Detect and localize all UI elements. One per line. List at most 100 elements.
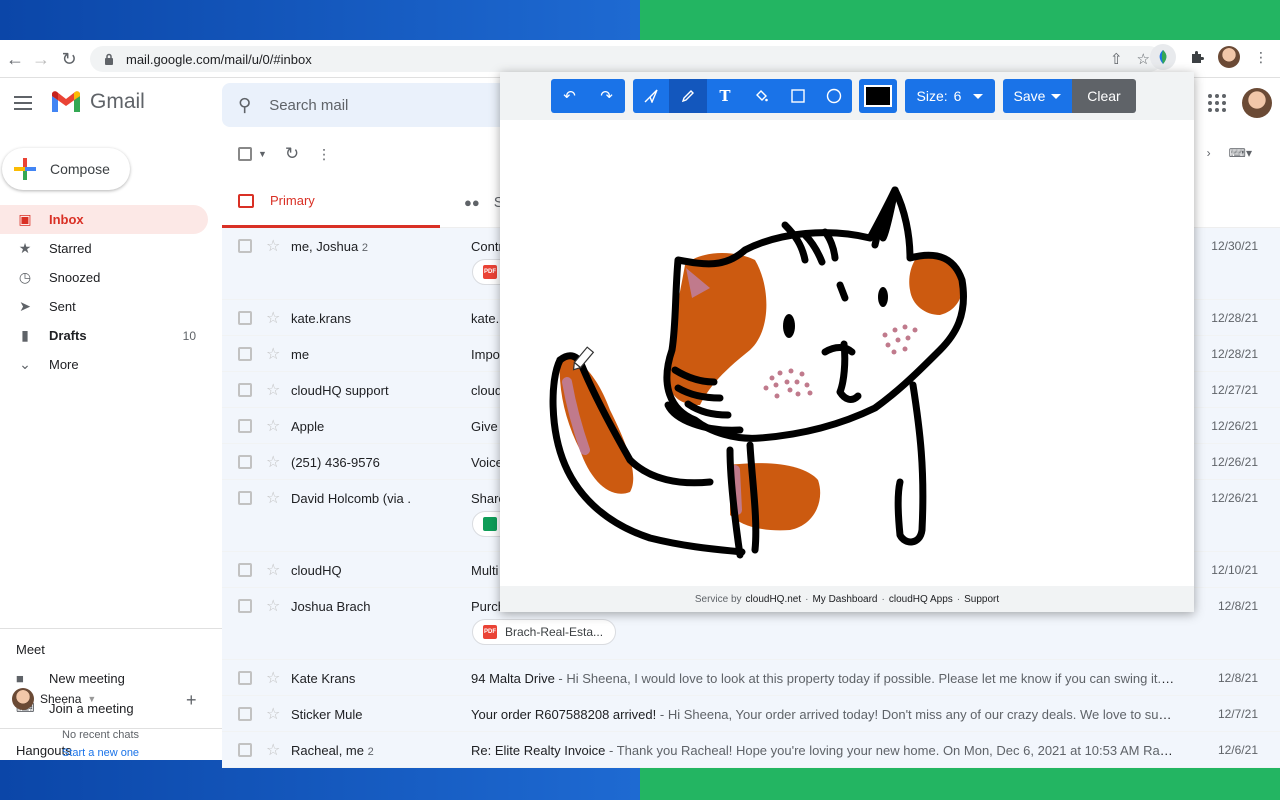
forward-arrow-icon[interactable]: → (26, 44, 56, 74)
start-new-chat-link[interactable]: Start a new one (62, 747, 139, 759)
row-checkbox[interactable] (238, 707, 252, 721)
reload-icon[interactable]: ↻ (54, 44, 84, 74)
row-checkbox[interactable] (238, 419, 252, 433)
rectangle-icon[interactable] (779, 79, 816, 113)
left-whisker-dots (763, 368, 813, 399)
refresh-icon[interactable]: ↻ (285, 144, 299, 164)
gmail-logo[interactable]: Gmail (50, 90, 145, 114)
sidebar-item-snoozed[interactable]: ◷ Snoozed (0, 263, 208, 292)
more-vert-icon[interactable]: ⋮ (1248, 44, 1274, 70)
share-icon[interactable]: ⇧ (1110, 50, 1123, 68)
email-snippet: - Hi Sheena, I would love to look at thi… (554, 671, 1175, 686)
sidebar-item-sent[interactable]: ➤ Sent (0, 292, 208, 321)
select-all-checkbox[interactable] (238, 147, 252, 161)
lock-icon (102, 52, 116, 66)
redo-icon[interactable]: ↷ (588, 79, 625, 113)
attachment-chip[interactable]: PDF Brach-Real-Esta... (472, 619, 617, 645)
row-checkbox[interactable] (238, 671, 252, 685)
star-icon[interactable]: ☆ (266, 704, 280, 724)
star-icon: ★ (18, 240, 32, 256)
email-subject: Multi (471, 563, 499, 578)
email-row[interactable]: ☆ Sticker Mule Your order R607588208 arriv… (222, 696, 1280, 732)
email-date: 12/8/21 (1217, 599, 1258, 613)
star-icon[interactable]: ☆ (266, 560, 280, 580)
email-row[interactable]: ☆ Racheal, me 2 Re: Elite Realty Invoice -… (222, 732, 1280, 768)
profile-avatar[interactable] (1218, 46, 1240, 68)
star-icon[interactable]: ☆ (266, 416, 280, 436)
save-dropdown[interactable]: Save (1003, 79, 1072, 113)
email-sender: me (291, 347, 461, 362)
star-icon[interactable]: ☆ (266, 344, 280, 364)
pencil-icon[interactable] (669, 79, 707, 113)
hangouts-user-name: Sheena (40, 692, 82, 706)
cloudhq-brand-link[interactable]: cloudHQ.net (746, 594, 802, 605)
color-picker-button[interactable] (859, 79, 897, 113)
size-dropdown[interactable]: Size: 6 (905, 79, 995, 113)
hangouts-user[interactable]: Sheena ▼ (12, 688, 96, 710)
row-checkbox[interactable] (238, 599, 252, 613)
row-checkbox[interactable] (238, 455, 252, 469)
row-checkbox[interactable] (238, 491, 252, 505)
star-icon[interactable]: ☆ (266, 452, 280, 472)
sidebar-item-more[interactable]: ⌄ More (0, 350, 208, 379)
drawing-canvas[interactable] (500, 120, 1194, 586)
support-link[interactable]: Support (964, 594, 999, 605)
pointer-arrow-icon[interactable] (633, 79, 669, 113)
tab-primary[interactable]: Primary (222, 176, 440, 228)
star-icon[interactable]: ☆ (266, 488, 280, 508)
compose-button[interactable]: Compose (2, 148, 130, 190)
email-sender: cloudHQ (291, 563, 461, 578)
search-icon[interactable]: ⚲ (238, 95, 251, 116)
next-page-icon[interactable]: › (1207, 146, 1211, 160)
footer-separator: · (956, 593, 961, 605)
email-date: 12/27/21 (1211, 383, 1258, 397)
clock-icon: ◷ (18, 269, 32, 285)
fill-bucket-icon[interactable] (743, 79, 779, 113)
star-icon[interactable]: ☆ (266, 308, 280, 328)
email-date: 12/6/21 (1217, 743, 1258, 757)
row-checkbox[interactable] (238, 311, 252, 325)
bookmark-star-icon[interactable]: ☆ (1137, 50, 1150, 68)
row-checkbox[interactable] (238, 239, 252, 253)
email-row[interactable]: ☆ Kate Krans 94 Malta Drive - Hi Sheena, I… (222, 660, 1280, 696)
circle-icon[interactable] (816, 79, 852, 113)
row-checkbox[interactable] (238, 347, 252, 361)
google-apps-icon[interactable] (1208, 94, 1226, 112)
email-subject-line: Your order R607588208 arrived! - Hi Shee… (471, 707, 1175, 722)
cloudhq-extension-icon[interactable] (1150, 44, 1176, 70)
star-icon[interactable]: ☆ (266, 236, 280, 256)
my-dashboard-link[interactable]: My Dashboard (812, 594, 877, 605)
top-background-band (0, 0, 1280, 40)
text-tool-icon[interactable]: T (707, 79, 743, 113)
select-dropdown-icon[interactable]: ▼ (258, 149, 267, 159)
address-bar[interactable]: mail.google.com/mail/u/0/#inbox ⇧ ☆ (90, 46, 1162, 72)
main-menu-icon[interactable] (14, 92, 36, 114)
cloudhq-apps-link[interactable]: cloudHQ Apps (889, 594, 953, 605)
row-checkbox[interactable] (238, 563, 252, 577)
more-options-icon[interactable]: ⋮ (317, 146, 331, 163)
new-chat-plus-icon[interactable]: + (186, 690, 197, 711)
clear-button[interactable]: Clear (1072, 79, 1136, 113)
input-tools-icon[interactable]: ⌨▾ (1229, 146, 1252, 160)
row-checkbox[interactable] (238, 743, 252, 757)
sidebar-item-drafts[interactable]: ▮ Drafts 10 (0, 321, 208, 350)
puzzle-extensions-icon[interactable] (1184, 44, 1210, 70)
row-checkbox[interactable] (238, 383, 252, 397)
sidebar-item-starred[interactable]: ★ Starred (0, 234, 208, 263)
email-subject: 94 Malta Drive (471, 671, 555, 686)
tab-social[interactable]: ●● S (464, 176, 504, 228)
star-icon[interactable]: ☆ (266, 740, 280, 760)
star-icon[interactable]: ☆ (266, 596, 280, 616)
sender-name: cloudHQ (291, 563, 342, 578)
account-avatar[interactable] (1242, 88, 1272, 118)
star-icon[interactable]: ☆ (266, 668, 280, 688)
star-icon[interactable]: ☆ (266, 380, 280, 400)
video-camera-icon: ■ (16, 671, 24, 686)
new-meeting-link[interactable]: ■ New meeting (16, 671, 125, 686)
sidebar-item-inbox[interactable]: ▣ Inbox (0, 205, 208, 234)
band-green (640, 0, 1280, 40)
people-icon: ●● (464, 194, 480, 210)
right-whisker-dots (882, 324, 918, 355)
email-subject: cloud (471, 383, 503, 398)
undo-icon[interactable]: ↶ (551, 79, 588, 113)
